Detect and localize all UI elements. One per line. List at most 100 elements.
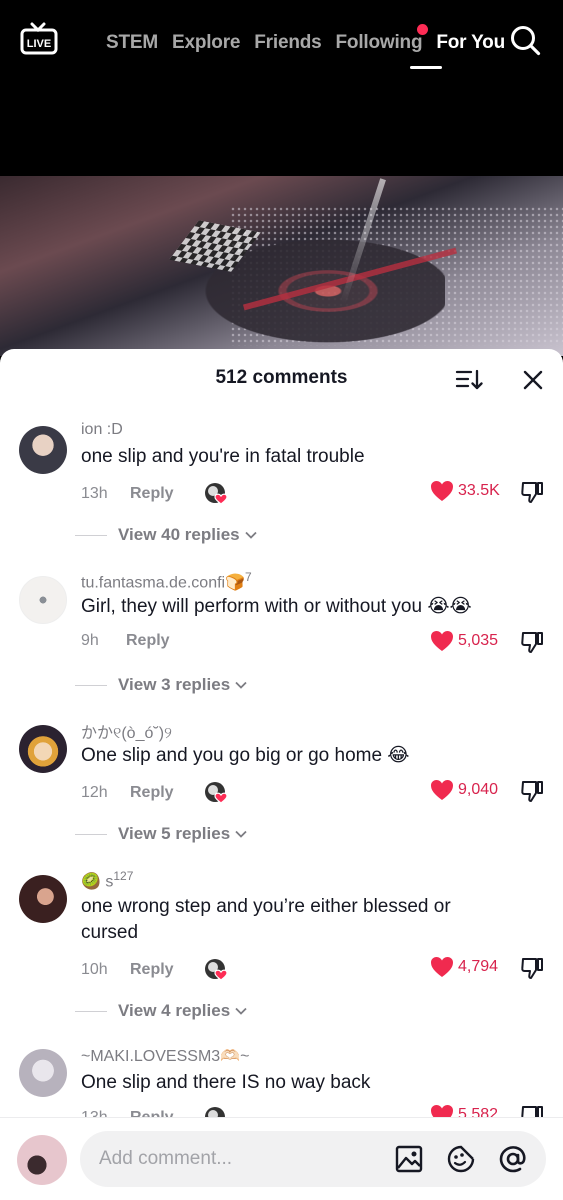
live-tv-icon: LIVE [20,22,58,55]
comment-text: one wrong step and you’re either blessed… [81,896,451,943]
tab-label: For You [436,32,505,53]
tab-friends[interactable]: Friends [254,32,321,54]
tab-following[interactable]: Following [335,24,429,54]
comment-time: 10h [81,961,108,978]
username-superscript: 127 [113,869,134,883]
mention-icon [499,1146,526,1173]
comment-time: 9h [81,632,99,649]
username-text: tu.fantasma.de.confi🍞 [81,574,246,592]
chevron-down-icon [235,830,247,838]
image-button[interactable] [394,1144,424,1174]
comment-meta: 13h Reply [81,482,230,506]
creator-liked-icon [204,483,228,505]
view-replies-label: View 3 replies [118,675,231,694]
reply-button[interactable]: Reply [130,961,174,979]
dislike-icon [521,781,543,802]
image-icon [395,1145,423,1173]
comment-meta: 9h Reply [81,632,200,650]
live-label: LIVE [27,38,51,50]
comments-sheet: 512 comments ion :D one slip and you're … [0,349,563,1200]
sort-button[interactable] [455,367,483,393]
like-count: 9,040 [458,781,499,798]
comment-text: One slip and there IS no way back [81,1072,371,1093]
my-avatar[interactable] [17,1135,67,1185]
reply-button[interactable]: Reply [126,632,170,650]
view-replies-label: View 40 replies [118,525,240,544]
chevron-down-icon [235,1007,247,1015]
comment-text: Girl, they will perform with or without … [81,596,472,617]
comment-username[interactable]: 🥝 s127 [81,869,133,891]
replies-divider [75,1010,107,1012]
search-icon [511,26,541,56]
tab-label: Friends [254,32,322,53]
reply-button[interactable]: Reply [130,784,174,802]
comment-username[interactable]: ~MAKI.LOVESSM3🫶🏻~ [81,1046,249,1066]
like-count: 33.5K [458,482,500,499]
search-button[interactable] [509,24,541,56]
dislike-button[interactable] [520,480,544,504]
tab-stem[interactable]: STEM [106,32,158,54]
mention-button[interactable] [498,1144,528,1174]
tab-for-you[interactable]: For You [436,32,505,54]
avatar[interactable] [19,426,67,474]
close-button[interactable] [520,367,546,393]
comment-username[interactable]: tu.fantasma.de.confi🍞7 [81,570,252,592]
top-nav: LIVE STEM Explore Friends Following For … [0,0,563,176]
chevron-down-icon [244,531,257,539]
avatar[interactable] [19,1049,67,1097]
chevron-down-icon [235,681,247,689]
sort-icon [455,369,483,390]
comment-time: 12h [81,784,108,801]
like-button[interactable]: 9,040 [430,779,498,801]
comment-time: 13h [81,485,108,502]
view-replies-label: View 5 replies [118,824,231,843]
avatar[interactable] [19,725,67,773]
username-emoji: 🥝 [81,873,101,891]
view-replies-button[interactable]: View 5 replies [75,824,247,844]
comment-meta: 10h Reply [81,958,230,982]
replies-divider [75,833,107,835]
comment-text: One slip and you go big or go home 😂 [81,745,410,766]
like-button[interactable]: 4,794 [430,956,498,978]
tab-label: STEM [106,32,158,53]
heart-icon [431,631,453,651]
comment-username[interactable]: ion :D [81,421,123,439]
creator-liked-icon [204,959,228,981]
comment-input-bar [0,1117,563,1200]
dislike-button[interactable] [520,630,544,654]
dislike-icon [521,632,543,653]
emoji-icon [447,1145,475,1173]
close-icon [523,370,543,390]
comment-input-container[interactable] [80,1131,546,1187]
reply-button[interactable]: Reply [130,485,174,503]
like-count: 5,035 [458,632,499,649]
avatar[interactable] [19,875,67,923]
active-tab-indicator [410,66,442,69]
feed-tabs: STEM Explore Friends Following For You [106,24,519,58]
view-replies-button[interactable]: View 40 replies [75,525,257,545]
tab-label: Explore [171,32,241,53]
creator-liked-icon [204,782,228,804]
view-replies-button[interactable]: View 4 replies [75,1001,247,1021]
like-button[interactable]: 33.5K [430,480,500,502]
comment-text: one slip and you're in fatal trouble [81,446,365,467]
emoji-button[interactable] [446,1144,476,1174]
dislike-button[interactable] [520,956,544,980]
notification-dot [417,24,429,35]
comment-input[interactable] [99,1131,379,1187]
heart-icon [431,780,453,800]
live-button[interactable]: LIVE [20,22,58,56]
comment-meta: 12h Reply [81,781,230,805]
view-replies-label: View 4 replies [118,1001,231,1020]
replies-divider [75,684,107,686]
comment-username[interactable]: かか୧(ò_ó˘)୨ [81,719,172,743]
dislike-icon [521,482,543,503]
like-button[interactable]: 5,035 [430,630,498,652]
heart-icon [431,481,453,501]
view-replies-button[interactable]: View 3 replies [75,675,247,695]
tab-label: Following [335,32,423,53]
video-player[interactable] [0,176,563,356]
avatar[interactable] [19,576,67,624]
tab-explore[interactable]: Explore [172,32,240,54]
dislike-button[interactable] [520,779,544,803]
